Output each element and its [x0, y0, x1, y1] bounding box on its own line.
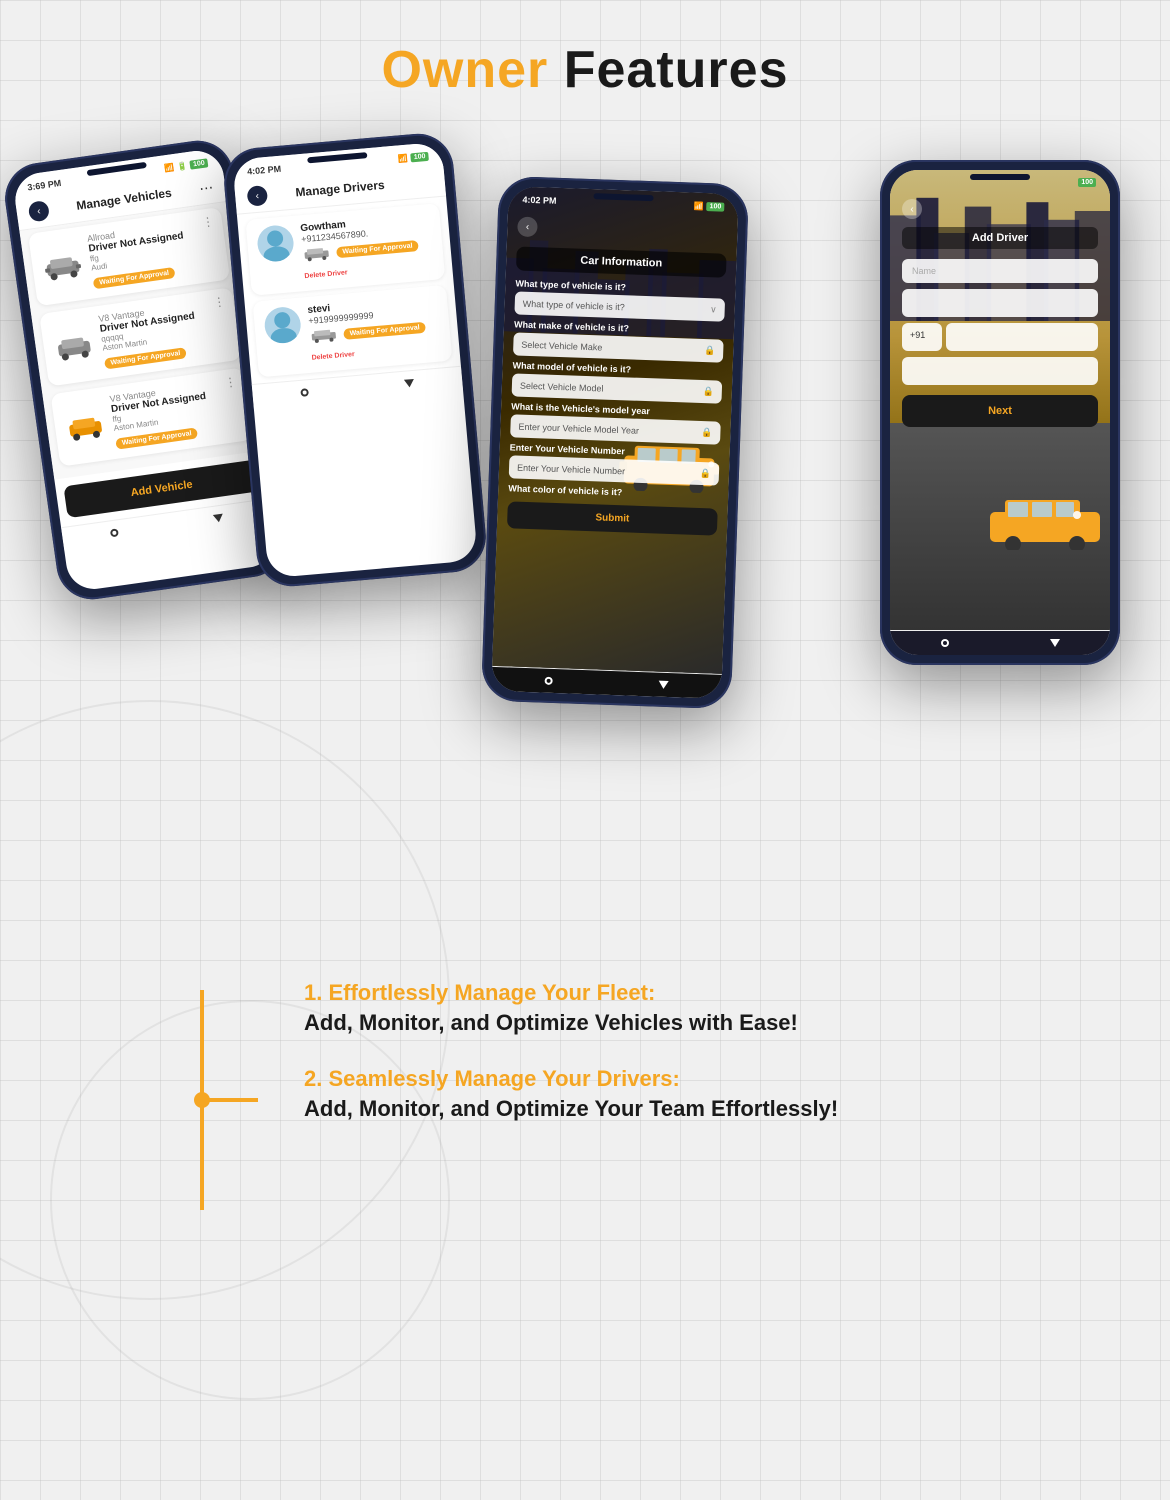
- table-row: V8 Vantage Driver Not Assigned ffg Aston…: [50, 367, 252, 466]
- add-driver-background: 100 ‹ Add Driver Name: [890, 170, 1110, 630]
- car-icon-orange: [64, 410, 108, 443]
- phones-area: 3:69 PM 📶 🔋 100 ‹ Manage Vehicles ⋯: [0, 120, 1170, 950]
- vehicle-info: Allroad Driver Not Assigned ffg Audi Wai…: [86, 216, 219, 290]
- phone-prefix[interactable]: +91: [902, 323, 942, 351]
- lock-icon: 🔒: [700, 468, 712, 479]
- vehicle-type-dropdown[interactable]: What type of vehicle is it? ∨: [514, 291, 725, 321]
- car-icon: [41, 249, 85, 282]
- back-nav-icon[interactable]: [213, 514, 224, 523]
- timeline-line: [200, 990, 204, 1210]
- driver-info: stevi +919999999999 Waiting For Approval: [307, 294, 442, 365]
- waiting-badge: Waiting For Approval: [104, 347, 187, 369]
- list-item: stevi +919999999999 Waiting For Approval: [253, 285, 453, 378]
- list-item: Gowtham +911234567890. Waiting For Appro…: [245, 203, 445, 296]
- vehicle-color-label: What color of vehicle is it?: [508, 483, 718, 500]
- page-header: Owner Features: [0, 0, 1170, 120]
- driver-avatar: [256, 224, 295, 263]
- waiting-badge: Waiting For Approval: [115, 427, 198, 449]
- phone-number-input[interactable]: [946, 323, 1098, 351]
- lock-icon: 🔒: [704, 345, 716, 356]
- car-info-form: ‹ Car Information What type of vehicle i…: [497, 208, 738, 544]
- avatar-icon: [256, 224, 295, 263]
- submit-button[interactable]: Submit: [507, 501, 718, 535]
- home-nav-icon[interactable]: [110, 528, 119, 537]
- avatar-icon: [263, 306, 302, 345]
- phone1-status-icons: 📶 🔋 100: [164, 158, 208, 173]
- model-year-input[interactable]: Enter your Vehicle Model Year 🔒: [510, 414, 721, 444]
- phone-add-driver: 100 ‹ Add Driver Name: [880, 160, 1120, 665]
- page-title: Owner Features: [0, 40, 1170, 100]
- home-nav-icon[interactable]: [941, 639, 949, 647]
- delete-driver-button[interactable]: Delete Driver: [304, 269, 348, 280]
- vehicle-info: V8 Vantage Driver Not Assigned ffg Aston…: [109, 377, 242, 451]
- waiting-badge: Waiting For Approval: [336, 240, 419, 258]
- vehicle-dots-menu[interactable]: ⋮: [212, 294, 226, 310]
- phone3-status-icons: 📶 100: [694, 201, 725, 211]
- phone4-bottom-nav: [890, 630, 1110, 655]
- driver-input-2[interactable]: [902, 289, 1098, 317]
- phone-car-information: 4:02 PM 📶 100 ‹ Car Information What typ…: [481, 176, 749, 709]
- delete-driver-button[interactable]: Delete Driver: [311, 351, 355, 362]
- home-nav-icon[interactable]: [300, 388, 309, 397]
- waiting-badge: Waiting For Approval: [93, 267, 176, 289]
- vehicle-list: Allroad Driver Not Assigned ffg Audi Wai…: [19, 202, 262, 480]
- phone2-back-button[interactable]: ‹: [246, 185, 268, 207]
- driver-info: Gowtham +911234567890. Waiting For Appro…: [300, 212, 435, 283]
- title-orange: Owner: [381, 41, 548, 99]
- phone2-time: 4:02 PM: [247, 164, 282, 177]
- feature-2-subtitle: Add, Monitor, and Optimize Your Team Eff…: [304, 1096, 1070, 1122]
- title-black: Features: [548, 41, 788, 99]
- phone1-back-button[interactable]: ‹: [28, 200, 51, 223]
- lock-icon: 🔒: [701, 427, 713, 438]
- waiting-badge: Waiting For Approval: [343, 321, 426, 339]
- car-info-background: 4:02 PM 📶 100 ‹ Car Information What typ…: [492, 186, 739, 674]
- vehicle-dots-menu[interactable]: ⋮: [224, 374, 238, 390]
- chevron-down-icon: ∨: [710, 304, 717, 315]
- back-nav-icon[interactable]: [658, 681, 668, 689]
- features-section: 1. Effortlessly Manage Your Fleet: Add, …: [0, 950, 1170, 1270]
- vehicle-dots-menu[interactable]: ⋮: [201, 214, 215, 230]
- phone4-status-bar: 100: [890, 170, 1110, 191]
- small-car-icon: [302, 245, 331, 263]
- car-icon: [52, 330, 96, 363]
- back-nav-icon[interactable]: [404, 379, 415, 388]
- phone3-time: 4:02 PM: [522, 195, 556, 206]
- feature-item-1: 1. Effortlessly Manage Your Fleet: Add, …: [304, 980, 1070, 1036]
- add-driver-title: Add Driver: [902, 227, 1098, 249]
- name-input[interactable]: Name: [902, 259, 1098, 283]
- phone-input-row: +91: [902, 323, 1098, 351]
- phone1-title: Manage Vehicles: [75, 186, 172, 213]
- phone1-dots-menu[interactable]: ⋯: [198, 178, 214, 197]
- phone3-back-button[interactable]: ‹: [517, 216, 538, 237]
- small-car-icon: [309, 326, 338, 344]
- phone2-title: Manage Drivers: [295, 178, 385, 200]
- lock-icon: 🔒: [702, 386, 714, 397]
- taxi-car: [985, 490, 1105, 550]
- phone-manage-drivers: 4:02 PM 📶 100 ‹ Manage Drivers: [221, 131, 488, 589]
- vehicle-model-dropdown[interactable]: Select Vehicle Model 🔒: [512, 373, 723, 403]
- feature-1-title: 1. Effortlessly Manage Your Fleet:: [304, 980, 1070, 1006]
- vehicle-number-input[interactable]: Enter Your Vehicle Number 🔒: [509, 455, 720, 485]
- feature-item-2: 2. Seamlessly Manage Your Drivers: Add, …: [304, 1066, 1070, 1122]
- driver-avatar: [263, 306, 302, 345]
- next-button[interactable]: Next: [902, 395, 1098, 427]
- timeline-connector: [200, 1098, 258, 1102]
- vehicle-info: V8 Vantage Driver Not Assigned qqqqq Ast…: [98, 296, 231, 370]
- timeline-dot: [194, 1092, 210, 1108]
- features-text: 1. Effortlessly Manage Your Fleet: Add, …: [304, 980, 1070, 1152]
- vehicle-make-dropdown[interactable]: Select Vehicle Make 🔒: [513, 332, 724, 362]
- phone2-status-icons: 📶 100: [398, 151, 429, 163]
- back-nav-icon[interactable]: [1050, 639, 1060, 647]
- car-info-title: Car Information: [516, 246, 727, 277]
- home-nav-icon[interactable]: [545, 677, 553, 685]
- feature-1-subtitle: Add, Monitor, and Optimize Vehicles with…: [304, 1010, 1070, 1036]
- feature-2-title: 2. Seamlessly Manage Your Drivers:: [304, 1066, 1070, 1092]
- driver-input-3[interactable]: [902, 357, 1098, 385]
- phone1-time: 3:69 PM: [27, 178, 62, 193]
- add-driver-form: ‹ Add Driver Name +91: [890, 191, 1110, 435]
- phone4-back-button[interactable]: ‹: [902, 199, 922, 219]
